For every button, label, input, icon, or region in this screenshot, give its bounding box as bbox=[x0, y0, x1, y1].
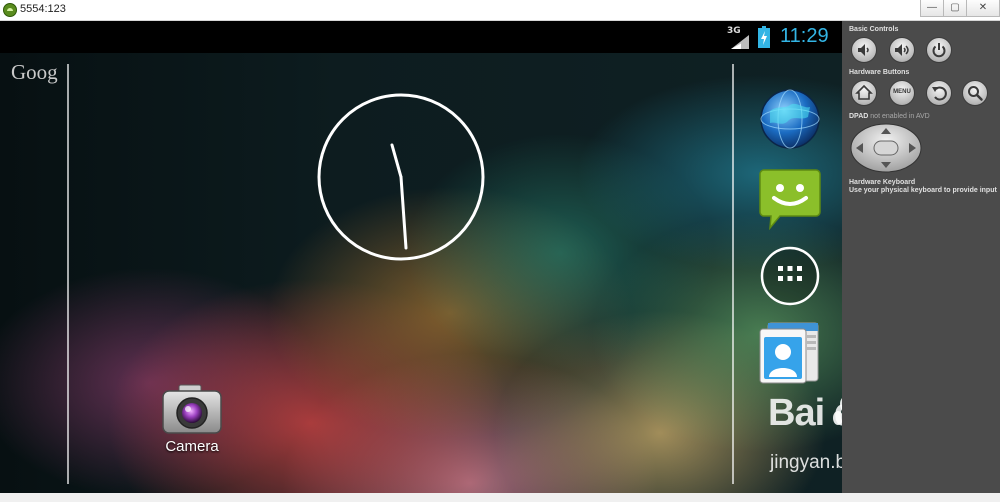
signal-icon bbox=[731, 35, 749, 49]
minimize-button[interactable]: — bbox=[920, 0, 944, 17]
home-button[interactable] bbox=[851, 80, 877, 106]
home-icon bbox=[855, 84, 873, 100]
basic-controls-label: Basic Controls bbox=[849, 26, 899, 33]
menu-button-label: MENU bbox=[893, 89, 911, 95]
camera-shortcut[interactable]: Camera bbox=[150, 383, 234, 455]
camera-label: Camera bbox=[165, 438, 219, 455]
power-icon bbox=[932, 43, 946, 58]
window-title-bar: 5554:123 — ▢ ✕ bbox=[0, 0, 1000, 21]
analog-clock-widget[interactable] bbox=[316, 92, 486, 262]
back-button[interactable] bbox=[926, 80, 952, 106]
right-divider bbox=[732, 64, 734, 484]
close-button[interactable]: ✕ bbox=[966, 0, 1000, 17]
dpad-control[interactable] bbox=[850, 123, 922, 173]
emulator-app-icon bbox=[3, 3, 17, 17]
search-button[interactable] bbox=[962, 80, 988, 106]
emulator-screen[interactable]: 3G 11:29 Goog Camera bbox=[0, 21, 842, 493]
status-bar: 3G 11:29 bbox=[0, 21, 842, 53]
messaging-icon[interactable] bbox=[758, 166, 822, 230]
hardware-keyboard-title: Hardware Keyboard bbox=[849, 179, 916, 186]
menu-button[interactable]: MENU bbox=[889, 80, 915, 106]
maximize-button[interactable]: ▢ bbox=[943, 0, 967, 17]
volume-down-icon bbox=[858, 44, 869, 56]
hardware-keyboard-note: Use your physical keyboard to provide in… bbox=[849, 187, 997, 194]
back-icon bbox=[932, 86, 947, 101]
dpad-note: not enabled in AVD bbox=[870, 113, 930, 120]
clock-hour-hand bbox=[390, 143, 403, 179]
status-time: 11:29 bbox=[780, 25, 829, 47]
search-icon bbox=[968, 86, 983, 101]
emulator-control-panel: Basic Controls Hardware Buttons MENU DPA… bbox=[842, 21, 1000, 493]
battery-icon bbox=[758, 26, 770, 48]
hardware-keyboard-label: Hardware Keyboard Use your physical keyb… bbox=[849, 179, 997, 195]
camera-icon bbox=[162, 384, 222, 434]
dpad-label: DPAD not enabled in AVD bbox=[849, 113, 930, 120]
window-title: 5554:123 bbox=[20, 3, 66, 15]
power-button[interactable] bbox=[926, 37, 952, 63]
clock-minute-hand bbox=[399, 175, 408, 250]
google-search-widget[interactable]: Goog bbox=[11, 60, 65, 85]
hardware-buttons-label: Hardware Buttons bbox=[849, 69, 910, 76]
app-drawer-icon[interactable] bbox=[758, 244, 822, 308]
volume-up-icon bbox=[895, 44, 909, 56]
volume-up-button[interactable] bbox=[889, 37, 915, 63]
left-divider bbox=[67, 64, 69, 484]
browser-icon[interactable] bbox=[758, 87, 822, 151]
people-icon[interactable] bbox=[758, 321, 822, 385]
volume-down-button[interactable] bbox=[851, 37, 877, 63]
